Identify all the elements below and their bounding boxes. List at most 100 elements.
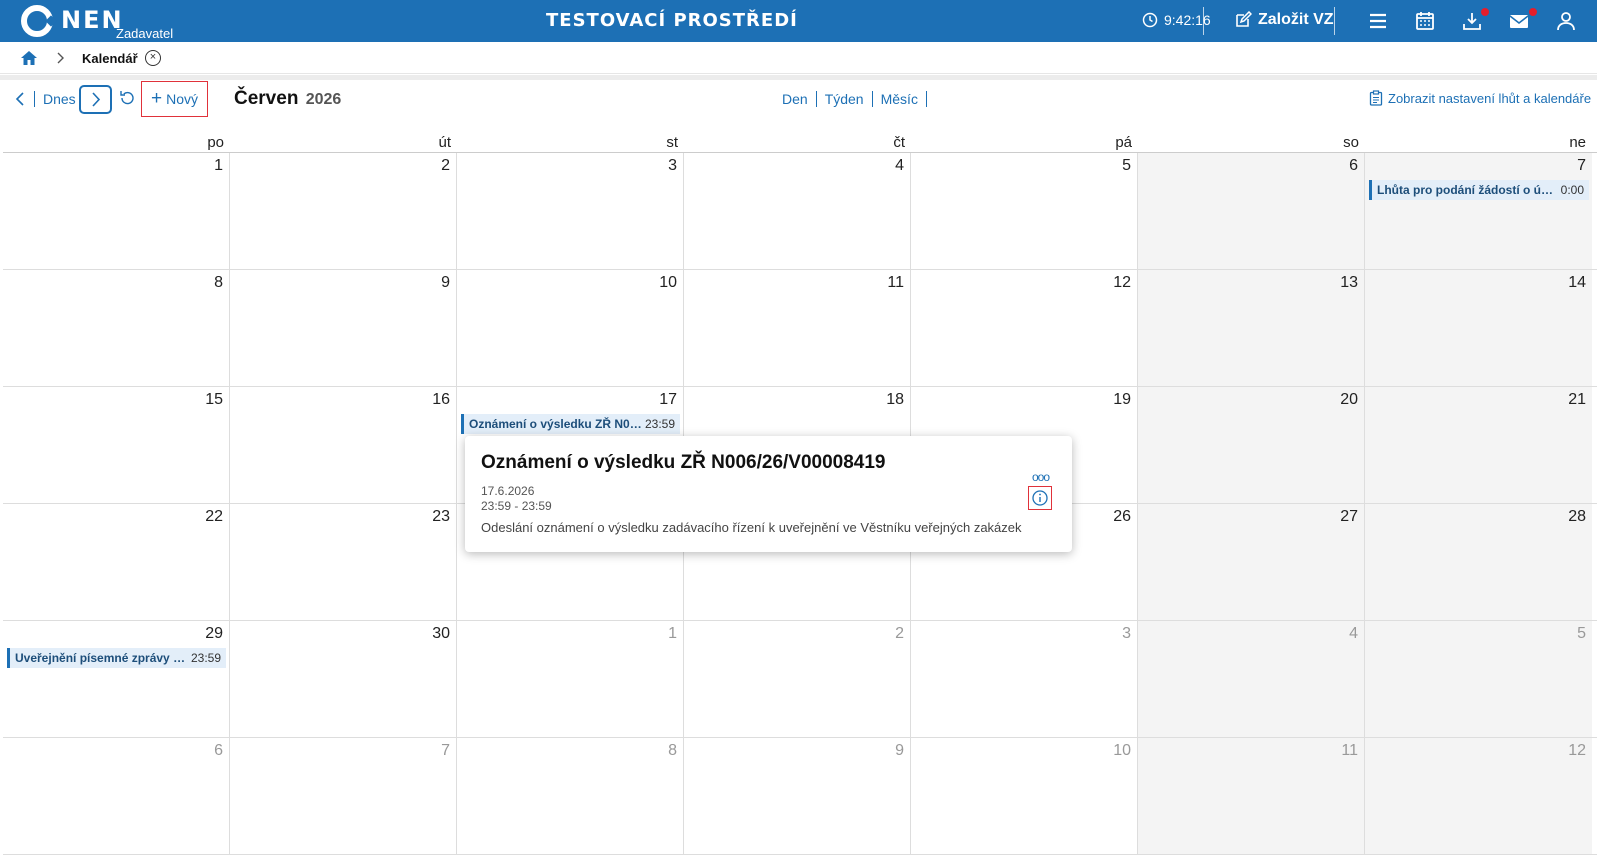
day-cell[interactable]: 30 (230, 621, 457, 737)
day-number: 21 (1568, 391, 1586, 408)
calendar-settings-label: Zobrazit nastavení lhůt a kalendáře (1388, 90, 1592, 106)
calendar-settings-link[interactable]: Zobrazit nastavení lhůt a kalendáře (1369, 90, 1591, 106)
day-cell[interactable]: 7 (230, 738, 457, 854)
close-tab-icon[interactable]: × (145, 50, 161, 66)
day-cell[interactable]: 10 (911, 738, 1138, 854)
calendar-event[interactable]: Uveřejnění písemné zprávy zadavatele23:5… (7, 648, 226, 668)
today-button[interactable]: Dnes (43, 91, 76, 107)
view-switcher: Den Týden Měsíc (774, 91, 927, 107)
weekday-label: út (438, 134, 451, 151)
day-cell[interactable]: 16 (230, 387, 457, 503)
month-title: Červen 2026 (234, 88, 341, 110)
day-cell[interactable]: 28 (1365, 504, 1592, 620)
day-number: 6 (214, 742, 223, 759)
day-number: 23 (432, 508, 450, 525)
clipboard-icon (1369, 90, 1383, 106)
day-cell[interactable]: 12 (1365, 738, 1592, 854)
day-cell[interactable]: 15 (3, 387, 230, 503)
day-cell[interactable]: 27 (1138, 504, 1365, 620)
day-number: 1 (668, 625, 677, 642)
previous-month-button[interactable] (11, 89, 29, 109)
day-cell[interactable]: 8 (457, 738, 684, 854)
day-cell[interactable]: 3 (457, 153, 684, 269)
day-cell[interactable]: 6 (1138, 153, 1365, 269)
next-month-button[interactable] (79, 85, 112, 114)
day-cell[interactable]: 7 Lhůta pro podání žádostí o účast 0:00 (1365, 153, 1592, 269)
day-number: 12 (1568, 742, 1586, 759)
day-number: 2 (441, 157, 450, 174)
day-cell[interactable]: 4 (1138, 621, 1365, 737)
calendar-week: 6 7 8 9 10 11 12 (3, 738, 1597, 855)
day-cell[interactable]: 14 (1365, 270, 1592, 386)
day-number: 27 (1340, 508, 1358, 525)
day-number: 18 (886, 391, 904, 408)
view-divider (925, 91, 927, 107)
day-cell[interactable]: 20 (1138, 387, 1365, 503)
view-month[interactable]: Měsíc (873, 91, 926, 107)
new-event-label: Nový (166, 91, 198, 107)
home-icon[interactable] (20, 50, 38, 66)
weekday-header: po út st čt pá so ne (3, 130, 1597, 153)
month-name: Červen (234, 88, 299, 109)
month-year: 2026 (305, 91, 342, 108)
day-number: 12 (1113, 274, 1131, 291)
day-number: 4 (895, 157, 904, 174)
refresh-icon[interactable] (118, 89, 136, 107)
day-cell[interactable]: 29 Uveřejnění písemné zprávy zadavatele23… (3, 621, 230, 737)
day-cell[interactable]: 12 (911, 270, 1138, 386)
more-options-icon[interactable]: ooo (1032, 470, 1050, 484)
day-cell[interactable]: 6 (3, 738, 230, 854)
day-number: 7 (441, 742, 450, 759)
day-cell[interactable]: 22 (3, 504, 230, 620)
new-event-button[interactable]: + Nový (141, 81, 208, 117)
day-number: 11 (1341, 742, 1358, 759)
day-number: 17 (659, 391, 677, 408)
plus-icon: + (150, 88, 163, 109)
day-cell[interactable]: 1 (457, 621, 684, 737)
view-day[interactable]: Den (774, 91, 816, 107)
day-cell[interactable]: 10 (457, 270, 684, 386)
calendar-icon[interactable] (1414, 11, 1436, 31)
day-cell[interactable]: 5 (911, 153, 1138, 269)
day-cell[interactable]: 21 (1365, 387, 1592, 503)
day-number: 30 (432, 625, 450, 642)
day-cell[interactable]: 11 (1138, 738, 1365, 854)
day-cell[interactable]: 3 (911, 621, 1138, 737)
day-number: 3 (1122, 625, 1131, 642)
session-clock: 9:42:16 (1142, 12, 1211, 28)
day-cell[interactable]: 13 (1138, 270, 1365, 386)
create-vz-button[interactable]: Založit VZ (1234, 11, 1334, 29)
toolbar-divider (34, 91, 35, 107)
breadcrumb-current[interactable]: Kalendář (82, 51, 138, 66)
weekday-label: po (207, 134, 224, 151)
day-cell[interactable]: 4 (684, 153, 911, 269)
calendar-toolbar: Dnes + Nový Červen 2026 Den Týden Měsíc … (0, 80, 1597, 126)
day-cell[interactable]: 5 (1365, 621, 1592, 737)
day-cell[interactable]: 23 (230, 504, 457, 620)
event-detail-popup: Oznámení o výsledku ZŘ N006/26/V00008419… (465, 436, 1072, 552)
menu-icon[interactable] (1367, 11, 1389, 31)
info-button[interactable] (1028, 486, 1052, 510)
calendar-event[interactable]: Lhůta pro podání žádostí o účast 0:00 (1369, 180, 1589, 200)
nen-logo-ring-icon (21, 5, 53, 37)
calendar-week: 29Uveřejnění písemné zprávy zadavatele23… (3, 621, 1597, 738)
day-cell[interactable]: 9 (230, 270, 457, 386)
create-vz-label: Založit VZ (1258, 11, 1334, 28)
day-number: 10 (659, 274, 677, 291)
mail-notification-dot (1529, 8, 1537, 16)
chevron-right-icon (92, 92, 101, 107)
day-cell[interactable]: 11 (684, 270, 911, 386)
day-cell[interactable]: 8 (3, 270, 230, 386)
day-cell[interactable]: 2 (230, 153, 457, 269)
day-cell[interactable]: 1 (3, 153, 230, 269)
day-number: 9 (441, 274, 450, 291)
view-week[interactable]: Týden (817, 91, 872, 107)
day-number: 19 (1113, 391, 1131, 408)
calendar-event[interactable]: Oznámení o výsledku ZŘ N006/26/V00008419… (461, 414, 680, 434)
nen-logo[interactable]: NEN Zadavatel (21, 5, 173, 41)
mail-icon[interactable] (1508, 11, 1530, 31)
user-icon[interactable] (1555, 11, 1577, 31)
day-cell[interactable]: 9 (684, 738, 911, 854)
download-icon[interactable] (1461, 11, 1483, 31)
day-cell[interactable]: 2 (684, 621, 911, 737)
